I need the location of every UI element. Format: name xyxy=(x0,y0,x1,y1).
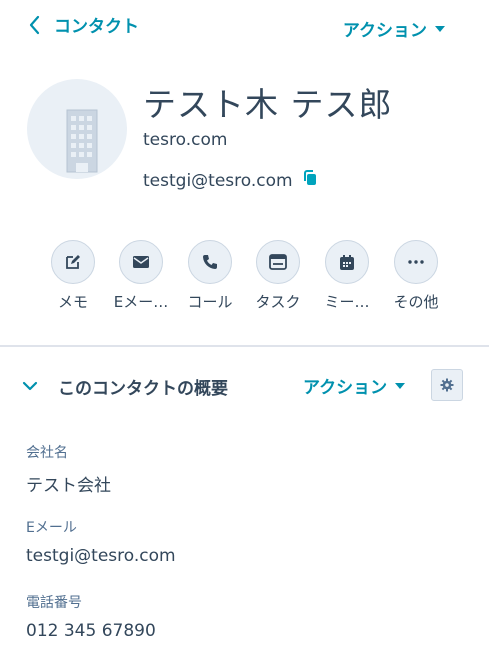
calendar-icon xyxy=(340,254,354,270)
task-icon xyxy=(269,254,287,270)
gear-icon xyxy=(440,378,454,392)
about-section-title[interactable]: このコンタクトの概要 xyxy=(58,374,228,399)
about-settings-button[interactable] xyxy=(431,369,463,401)
back-to-contacts-link[interactable]: コンタクト xyxy=(28,12,139,37)
contact-email: testgi@tesro.com xyxy=(143,170,293,191)
building-icon xyxy=(66,109,98,173)
more-icon xyxy=(408,260,424,264)
company-avatar xyxy=(27,79,127,179)
copy-icon[interactable] xyxy=(303,170,317,191)
contact-email-row: testgi@tesro.com xyxy=(143,170,317,191)
back-label: コンタクト xyxy=(54,17,139,37)
field-phone: 電話番号 012 345 67890 xyxy=(26,592,156,641)
envelope-icon xyxy=(133,256,149,268)
more-button[interactable]: その他 xyxy=(371,240,461,312)
pencil-icon xyxy=(66,255,80,269)
contact-domain: tesro.com xyxy=(143,130,228,150)
field-label: 電話番号 xyxy=(26,595,82,611)
field-value[interactable]: テスト会社 xyxy=(26,471,111,496)
field-email: Eメール testgi@tesro.com xyxy=(26,517,176,566)
field-label: 会社名 xyxy=(26,445,68,461)
about-actions-label: アクション xyxy=(303,378,388,398)
field-label: Eメール xyxy=(26,520,77,536)
field-value[interactable]: 012 345 67890 xyxy=(26,621,156,641)
more-label: その他 xyxy=(393,293,439,311)
about-section-header: このコンタクトの概要 アクション xyxy=(0,347,489,421)
caret-down-icon xyxy=(435,25,445,32)
field-value[interactable]: testgi@tesro.com xyxy=(26,546,176,566)
chevron-down-icon[interactable] xyxy=(22,377,38,396)
field-company: 会社名 テスト会社 xyxy=(26,442,111,496)
chevron-left-icon xyxy=(29,15,40,34)
phone-icon xyxy=(203,255,217,269)
header-actions-label: アクション xyxy=(342,21,427,41)
header-actions-dropdown[interactable]: アクション xyxy=(343,16,445,41)
contact-header: コンタクト アクション テスト木 テス郎 tesro.com testgi@te… xyxy=(0,0,489,345)
contact-name: テスト木 テス郎 xyxy=(143,85,393,124)
caret-down-icon xyxy=(395,382,406,389)
about-actions-dropdown[interactable]: アクション xyxy=(303,373,406,398)
